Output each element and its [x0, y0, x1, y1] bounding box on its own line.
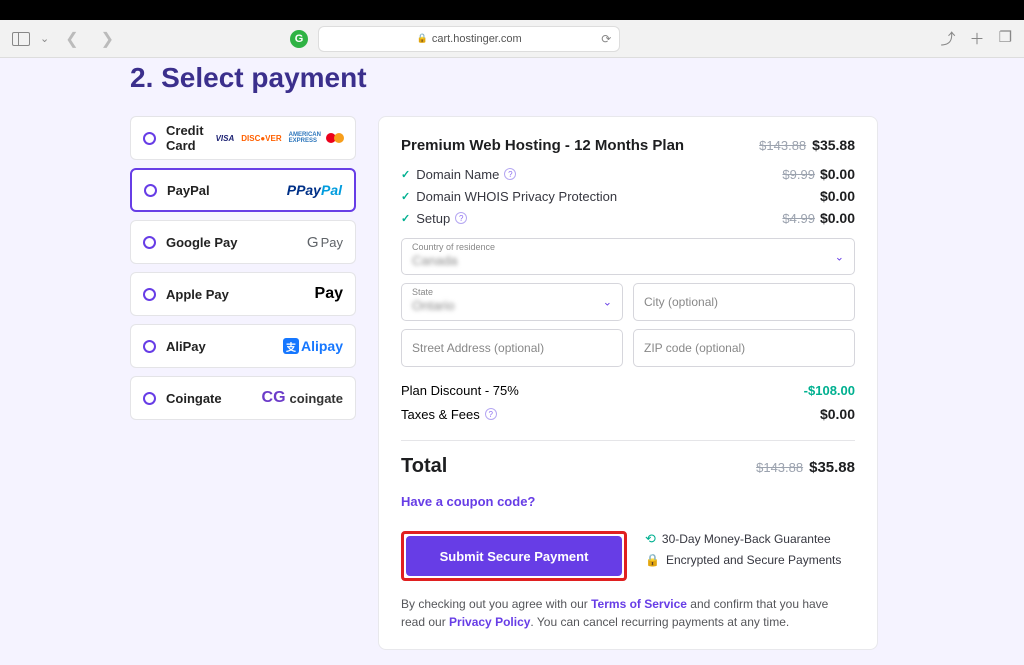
- tabs-overview-icon[interactable]: ❐: [999, 28, 1012, 49]
- payment-label: Apple Pay: [166, 287, 295, 302]
- discount-label: Plan Discount - 75%: [401, 383, 519, 398]
- tos-link[interactable]: Terms of Service: [591, 597, 687, 611]
- address-bar[interactable]: 🔒 cart.hostinger.com ⟳: [318, 26, 620, 52]
- sidebar-dropdown-icon[interactable]: ⌄: [40, 32, 49, 45]
- gpay-icon: G Pay: [307, 234, 343, 251]
- radio-icon: [143, 236, 156, 249]
- refund-icon: ⟲: [645, 531, 656, 547]
- paypal-icon: PPayPal: [287, 182, 342, 198]
- visa-icon: VISA: [214, 133, 237, 144]
- original-price: $143.88: [759, 138, 806, 153]
- radio-icon: [143, 340, 156, 353]
- check-icon: ✓: [401, 168, 410, 181]
- share-icon[interactable]: ⤴: [941, 28, 956, 49]
- help-icon[interactable]: ?: [485, 408, 497, 420]
- payment-label: Credit Card: [166, 123, 204, 153]
- sidebar-toggle-icon[interactable]: [12, 32, 30, 46]
- help-icon[interactable]: ?: [455, 212, 467, 224]
- total-price: $35.88: [809, 459, 855, 476]
- forward-button[interactable]: ❯: [95, 29, 120, 49]
- letterbox-top: [0, 0, 1024, 20]
- payment-label: Coingate: [166, 391, 252, 406]
- radio-icon: [143, 288, 156, 301]
- reload-icon[interactable]: ⟳: [601, 32, 611, 46]
- order-summary-card: Premium Web Hosting - 12 Months Plan $14…: [378, 116, 878, 650]
- street-input[interactable]: Street Address (optional): [401, 329, 623, 367]
- guarantee-secure: 🔒 Encrypted and Secure Payments: [645, 553, 841, 567]
- discount-amount: -$108.00: [804, 383, 855, 398]
- payment-label: Google Pay: [166, 235, 297, 250]
- mastercard-icon: [326, 132, 344, 144]
- taxes-label: Taxes & Fees: [401, 407, 480, 422]
- payment-option-alipay[interactable]: AliPay 支Alipay: [130, 324, 356, 368]
- payment-option-google-pay[interactable]: Google Pay G Pay: [130, 220, 356, 264]
- country-select[interactable]: Country of residence Canada ⌄: [401, 238, 855, 275]
- payment-label: AliPay: [166, 339, 273, 354]
- sale-price: $35.88: [812, 137, 855, 153]
- amex-icon: AMERICANEXPRESS: [287, 131, 323, 145]
- radio-icon: [143, 392, 156, 405]
- total-label: Total: [401, 455, 447, 478]
- submit-payment-button[interactable]: Submit Secure Payment: [406, 536, 622, 576]
- grammarly-icon[interactable]: G: [290, 30, 308, 48]
- payment-option-coingate[interactable]: Coingate CG coingate: [130, 376, 356, 420]
- product-title: Premium Web Hosting - 12 Months Plan: [401, 137, 684, 154]
- state-select[interactable]: State Ontario ⌄: [401, 283, 623, 321]
- guarantee-refund: ⟲ 30-Day Money-Back Guarantee: [645, 531, 841, 547]
- divider: [401, 440, 855, 441]
- lock-icon: 🔒: [417, 33, 428, 44]
- check-icon: ✓: [401, 190, 410, 203]
- radio-icon: [143, 132, 156, 145]
- help-icon[interactable]: ?: [504, 168, 516, 180]
- payment-options-list: Credit Card VISA DISC●VER AMERICANEXPRES…: [130, 116, 356, 650]
- addon-whois: ✓ Domain WHOIS Privacy Protection $0.00: [401, 188, 855, 204]
- total-original: $143.88: [756, 460, 803, 475]
- payment-option-paypal[interactable]: PayPal PPayPal: [130, 168, 356, 212]
- payment-option-apple-pay[interactable]: Apple Pay Pay: [130, 272, 356, 316]
- new-tab-icon[interactable]: ＋: [970, 28, 985, 49]
- discover-icon: DISC●VER: [239, 133, 283, 144]
- back-button[interactable]: ❮: [59, 29, 84, 49]
- lock-icon: 🔒: [645, 553, 660, 567]
- city-input[interactable]: City (optional): [633, 283, 855, 321]
- browser-toolbar: ⌄ ❮ ❯ G 🔒 cart.hostinger.com ⟳ ⤴ ＋ ❐: [0, 20, 1024, 58]
- check-icon: ✓: [401, 212, 410, 225]
- submit-callout: Submit Secure Payment: [401, 531, 627, 581]
- addon-domain: ✓ Domain Name? $9.99$0.00: [401, 166, 855, 182]
- privacy-link[interactable]: Privacy Policy: [449, 615, 530, 629]
- coupon-link[interactable]: Have a coupon code?: [401, 494, 855, 509]
- payment-option-credit-card[interactable]: Credit Card VISA DISC●VER AMERICANEXPRES…: [130, 116, 356, 160]
- coingate-icon: CG coingate: [262, 389, 343, 407]
- payment-label: PayPal: [167, 183, 277, 198]
- alipay-icon: 支Alipay: [283, 338, 343, 354]
- card-logos: VISA DISC●VER AMERICANEXPRESS: [214, 131, 344, 145]
- chevron-down-icon: ⌄: [835, 250, 844, 263]
- url-text: cart.hostinger.com: [432, 33, 522, 45]
- zip-input[interactable]: ZIP code (optional): [633, 329, 855, 367]
- chevron-down-icon: ⌄: [603, 296, 612, 309]
- page-title: 2. Select payment: [130, 62, 984, 94]
- taxes-amount: $0.00: [820, 406, 855, 422]
- addon-setup: ✓ Setup? $4.99$0.00: [401, 210, 855, 226]
- radio-icon: [144, 184, 157, 197]
- legal-text: By checking out you agree with our Terms…: [401, 595, 855, 631]
